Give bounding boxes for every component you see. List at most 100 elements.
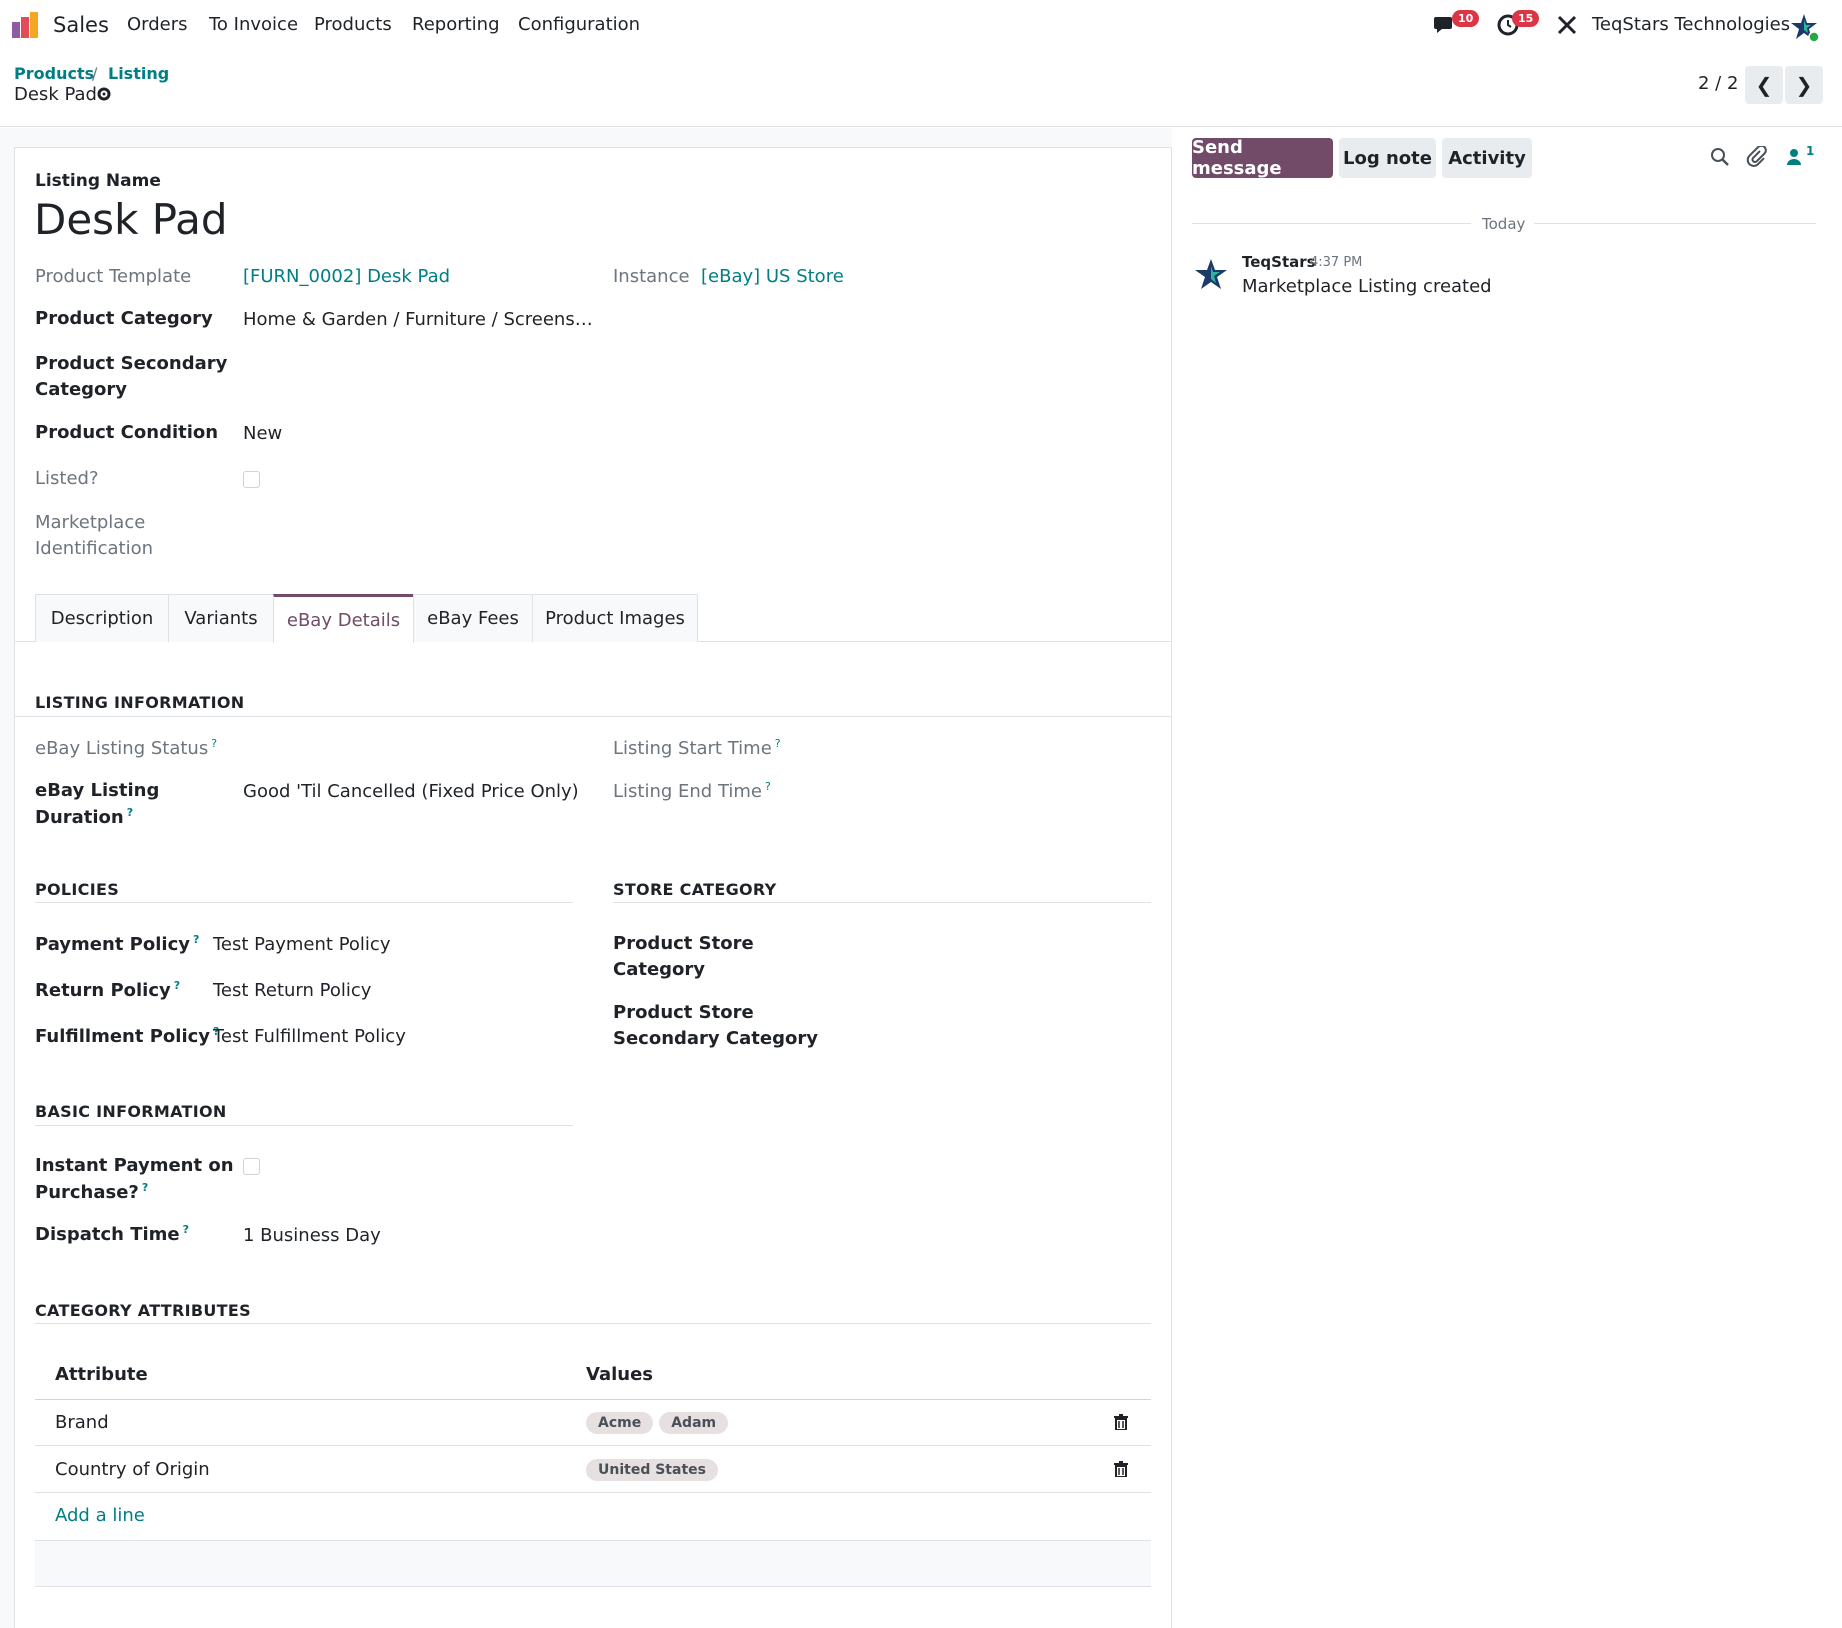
return-policy-field[interactable]: Test Return Policy xyxy=(213,980,371,1001)
product-store-secondary-category-label-1: Product Store xyxy=(613,1002,754,1023)
instant-payment-label-1: Instant Payment on xyxy=(35,1155,234,1176)
payment-policy-label: Payment Policy? xyxy=(35,933,200,955)
table-row[interactable]: Country of Origin United States xyxy=(35,1447,1151,1493)
marketplace-identification-label-1: Marketplace xyxy=(35,512,146,533)
control-panel: Products / Listing Desk Pad 2 / 2 xyxy=(0,50,1842,127)
help-icon: ? xyxy=(173,979,181,992)
help-icon: ? xyxy=(182,1223,190,1236)
table-header-attribute[interactable]: Attribute xyxy=(55,1364,148,1385)
attribute-cell: Country of Origin xyxy=(55,1459,210,1480)
listed-checkbox[interactable] xyxy=(243,471,260,488)
help-icon: ? xyxy=(126,806,134,819)
date-separator: Today xyxy=(1482,215,1526,233)
followers-count: 1 xyxy=(1806,144,1815,158)
tab-product-images[interactable]: Product Images xyxy=(532,594,698,642)
listing-start-time-label: Listing Start Time? xyxy=(613,737,781,759)
activity-button[interactable]: Activity xyxy=(1442,138,1532,178)
product-secondary-category-label-1: Product Secondary xyxy=(35,353,228,374)
sales-app-icon[interactable] xyxy=(12,12,40,38)
product-condition-label: Product Condition xyxy=(35,422,219,443)
values-cell[interactable]: United States xyxy=(586,1458,724,1481)
policies-title: POLICIES xyxy=(35,880,120,899)
message-author-avatar[interactable] xyxy=(1194,257,1228,291)
policies-divider xyxy=(35,902,573,903)
product-store-category-label-1: Product Store xyxy=(613,933,754,954)
listing-end-time-label: Listing End Time? xyxy=(613,780,771,802)
breadcrumb-current: Desk Pad xyxy=(14,84,97,105)
product-store-category-label-2: Category xyxy=(613,959,706,980)
listing-name-label: Listing Name xyxy=(35,171,161,191)
instance-field[interactable]: [eBay] US Store xyxy=(701,266,844,287)
search-icon[interactable] xyxy=(1710,147,1730,167)
ebay-listing-duration-label-1: eBay Listing xyxy=(35,780,160,801)
instant-payment-checkbox[interactable] xyxy=(243,1158,260,1175)
product-secondary-category-label-2: Category xyxy=(35,379,128,400)
payment-policy-field[interactable]: Test Payment Policy xyxy=(213,934,390,955)
menu-products[interactable]: Products xyxy=(314,14,392,35)
tab-ebay-details[interactable]: eBay Details xyxy=(273,594,414,643)
listing-name-field[interactable]: Desk Pad xyxy=(34,195,228,244)
help-icon: ? xyxy=(765,780,771,793)
company-name[interactable]: TeqStars Technologies xyxy=(1592,14,1790,35)
followers-icon[interactable] xyxy=(1786,147,1804,167)
instant-payment-label-2: Purchase?? xyxy=(35,1181,149,1203)
product-condition-field[interactable]: New xyxy=(243,423,282,444)
product-category-label: Product Category xyxy=(35,308,213,329)
messages-badge: 10 xyxy=(1452,10,1480,27)
value-tag: Adam xyxy=(659,1412,729,1434)
category-attributes-divider xyxy=(35,1323,1151,1324)
chevron-right-icon: ❯ xyxy=(1795,73,1813,97)
store-category-title: STORE CATEGORY xyxy=(613,880,777,899)
menu-to-invoice[interactable]: To Invoice xyxy=(209,14,298,35)
menu-orders[interactable]: Orders xyxy=(127,14,188,35)
trash-icon[interactable] xyxy=(1114,1461,1128,1478)
value-tag: Acme xyxy=(586,1412,654,1434)
log-note-button[interactable]: Log note xyxy=(1339,138,1436,178)
value-tag: United States xyxy=(586,1459,718,1481)
gear-icon[interactable] xyxy=(96,86,112,102)
fulfillment-policy-label: Fulfillment Policy? xyxy=(35,1025,220,1047)
pager-next-button[interactable]: ❯ xyxy=(1785,66,1823,104)
listing-information-title: LISTING INFORMATION xyxy=(35,693,245,712)
tools-icon[interactable] xyxy=(1556,14,1578,36)
trash-icon[interactable] xyxy=(1114,1414,1128,1431)
table-row[interactable]: Brand Acme Adam xyxy=(35,1400,1151,1446)
paperclip-icon[interactable] xyxy=(1746,144,1768,168)
tab-description[interactable]: Description xyxy=(35,594,169,642)
store-category-divider xyxy=(613,902,1151,903)
table-footer xyxy=(35,1541,1151,1587)
tab-variants[interactable]: Variants xyxy=(168,594,274,642)
send-message-button[interactable]: Send message xyxy=(1192,137,1333,179)
basic-information-divider xyxy=(35,1125,573,1126)
values-cell[interactable]: Acme Adam xyxy=(586,1411,734,1434)
dispatch-time-field[interactable]: 1 Business Day xyxy=(243,1225,381,1246)
chevron-left-icon: ❮ xyxy=(1755,73,1773,97)
return-policy-label: Return Policy? xyxy=(35,979,181,1001)
table-header-values[interactable]: Values xyxy=(586,1364,653,1385)
dispatch-time-label: Dispatch Time? xyxy=(35,1223,190,1245)
product-category-field[interactable]: Home & Garden / Furniture / Screens… xyxy=(243,309,593,330)
date-separator-line-left xyxy=(1192,223,1471,224)
product-template-field[interactable]: [FURN_0002] Desk Pad xyxy=(243,266,450,287)
app-name[interactable]: Sales xyxy=(53,13,109,37)
breadcrumb-products[interactable]: Products xyxy=(14,64,94,83)
help-icon: ? xyxy=(211,737,218,750)
add-a-line-link[interactable]: Add a line xyxy=(55,1505,145,1526)
listing-information-divider xyxy=(14,716,1172,717)
fulfillment-policy-field[interactable]: Test Fulfillment Policy xyxy=(213,1026,406,1047)
breadcrumb-separator: / xyxy=(92,64,98,83)
basic-information-title: BASIC INFORMATION xyxy=(35,1102,227,1121)
menu-configuration[interactable]: Configuration xyxy=(518,14,640,35)
ebay-listing-duration-label-2: Duration? xyxy=(35,806,134,828)
menu-reporting[interactable]: Reporting xyxy=(412,14,500,35)
ebay-listing-duration-field[interactable]: Good 'Til Cancelled (Fixed Price Only) xyxy=(243,781,579,802)
pager-value[interactable]: 2 / 2 xyxy=(1698,73,1738,94)
message-author[interactable]: TeqStars xyxy=(1242,253,1316,271)
pager-previous-button[interactable]: ❮ xyxy=(1745,66,1783,104)
user-avatar[interactable] xyxy=(1790,12,1820,43)
attribute-cell: Brand xyxy=(55,1412,109,1433)
breadcrumb-listing[interactable]: Listing xyxy=(108,64,169,83)
tab-ebay-fees[interactable]: eBay Fees xyxy=(413,594,533,642)
category-attributes-title: CATEGORY ATTRIBUTES xyxy=(35,1301,251,1320)
marketplace-identification-label-2: Identification xyxy=(35,538,154,559)
